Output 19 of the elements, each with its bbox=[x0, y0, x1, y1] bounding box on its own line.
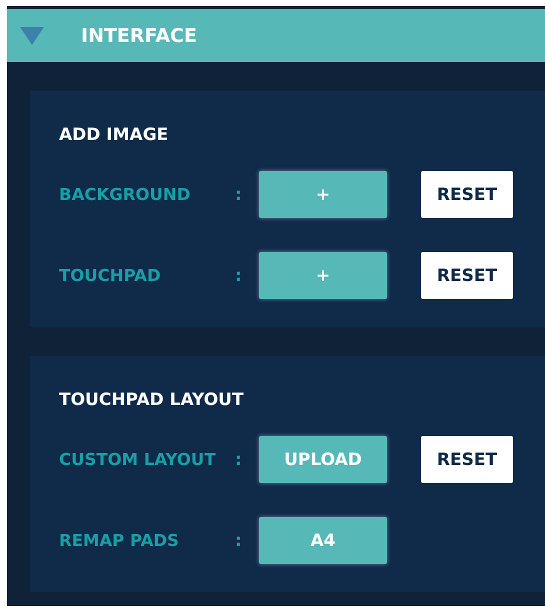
reset-button[interactable]: RESET bbox=[421, 252, 513, 299]
label-colon: : bbox=[235, 530, 243, 550]
label-colon: : bbox=[235, 450, 243, 470]
setting-label: BACKGROUND bbox=[59, 185, 192, 204]
collapse-icon bbox=[19, 26, 45, 46]
setting-label: REMAP PADS bbox=[59, 531, 180, 550]
label-colon: : bbox=[235, 184, 243, 204]
reset-button[interactable]: RESET bbox=[421, 436, 513, 483]
setting-label: CUSTOM LAYOUT bbox=[59, 450, 217, 469]
action-button[interactable]: A4 bbox=[259, 517, 387, 564]
section-header[interactable]: INTERFACE bbox=[7, 9, 545, 62]
action-button[interactable]: UPLOAD bbox=[259, 436, 387, 483]
panel-heading: ADD IMAGE bbox=[59, 125, 170, 147]
panel-heading: TOUCHPAD LAYOUT bbox=[59, 390, 245, 412]
action-button[interactable]: + bbox=[259, 171, 387, 218]
action-button[interactable]: + bbox=[259, 252, 387, 299]
reset-button[interactable]: RESET bbox=[421, 171, 513, 218]
label-colon: : bbox=[235, 266, 243, 286]
setting-label: TOUCHPAD bbox=[59, 266, 162, 285]
